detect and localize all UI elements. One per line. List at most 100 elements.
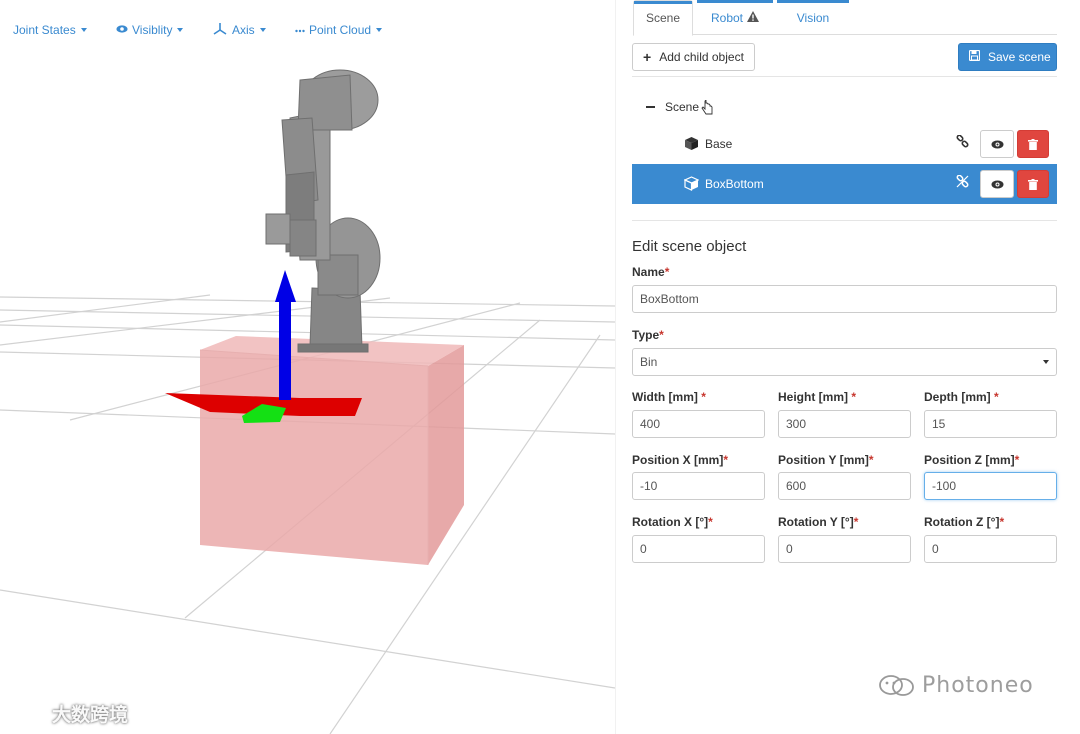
position-y-label: Position Y [mm]* — [778, 453, 874, 467]
position-z-label-text: Position Z [mm] — [924, 453, 1015, 467]
chevron-down-icon — [1043, 360, 1049, 364]
type-select[interactable]: Bin — [632, 348, 1057, 376]
delete-button[interactable] — [1017, 170, 1049, 198]
chevron-down-icon — [177, 28, 184, 32]
eye-icon — [991, 140, 1003, 148]
trash-icon — [1028, 178, 1038, 190]
rotation-z-input-value: 0 — [932, 542, 939, 556]
rotation-x-label-text: Rotation X [°] — [632, 515, 709, 529]
height-input[interactable]: 300 — [778, 410, 911, 438]
floppy-disk-icon — [968, 49, 981, 64]
link-icon[interactable] — [956, 134, 969, 151]
watermark-left: 大数跨境 — [8, 700, 128, 727]
name-input[interactable]: BoxBottom — [632, 285, 1057, 313]
position-z-input[interactable]: -100 — [924, 472, 1057, 500]
position-y-input-value: 600 — [786, 479, 807, 493]
width-input-value: 400 — [640, 417, 661, 431]
required-mark: * — [999, 515, 1005, 529]
tab-vision-label: Vision — [796, 10, 830, 25]
required-mark: * — [994, 390, 999, 404]
visibility-toggle-button[interactable] — [980, 130, 1014, 158]
joint-states-menu[interactable]: Joint States — [13, 23, 87, 37]
axis-label: Axis — [232, 23, 255, 37]
tab-scene-label: Scene — [645, 11, 681, 25]
type-label: Type* — [632, 328, 664, 342]
depth-label: Depth [mm] * — [924, 390, 999, 404]
position-z-label: Position Z [mm]* — [924, 453, 1019, 467]
type-label-text: Type — [632, 328, 660, 342]
name-label-text: Name — [632, 265, 665, 279]
depth-label-text: Depth [mm] — [924, 390, 994, 404]
rotation-z-label: Rotation Z [°]* — [924, 515, 1004, 529]
width-label-text: Width [mm] — [632, 390, 702, 404]
point-cloud-label: Point Cloud — [309, 23, 372, 37]
position-x-input-value: -10 — [640, 479, 658, 493]
chevron-down-icon — [259, 28, 266, 32]
delete-button[interactable] — [1017, 130, 1049, 158]
visibility-menu[interactable]: Visiblity — [116, 23, 184, 37]
tree-item-boxbottom[interactable]: BoxBottom — [632, 164, 1057, 204]
bin-box — [199, 336, 464, 565]
rotation-z-input[interactable]: 0 — [924, 535, 1057, 563]
required-mark: * — [701, 390, 706, 404]
wechat-logo-icon — [11, 704, 41, 724]
axis-menu[interactable]: Axis — [212, 22, 266, 39]
rotation-y-input[interactable]: 0 — [778, 535, 911, 563]
rotation-y-label-text: Rotation Y [°] — [778, 515, 854, 529]
point-cloud-menu[interactable]: Point Cloud — [295, 23, 383, 37]
tab-robot-label: Robot — [710, 10, 744, 25]
tab-scene[interactable]: Scene — [633, 0, 693, 36]
required-mark: * — [853, 515, 859, 529]
required-mark: * — [868, 453, 874, 467]
rotation-x-label: Rotation X [°]* — [632, 515, 713, 529]
chevron-down-icon — [376, 28, 383, 32]
save-scene-button[interactable]: Save scene — [958, 43, 1057, 71]
scene-canvas[interactable] — [0, 0, 615, 734]
required-mark: * — [723, 453, 729, 467]
tree-item-label: BoxBottom — [705, 177, 764, 191]
required-mark: * — [708, 515, 713, 529]
tab-bar: Scene Robot Vision — [633, 0, 1057, 36]
name-input-value: BoxBottom — [640, 292, 699, 306]
tree-item-label: Base — [705, 137, 733, 151]
width-label: Width [mm] * — [632, 390, 706, 404]
type-select-value: Bin — [640, 355, 658, 369]
rotation-x-input[interactable]: 0 — [632, 535, 765, 563]
position-y-input[interactable]: 600 — [778, 472, 911, 500]
cube-icon — [684, 136, 699, 156]
tree-item-base[interactable]: Base — [632, 124, 1057, 164]
position-z-input-value: -100 — [932, 479, 957, 493]
depth-input[interactable]: 15 — [924, 410, 1057, 438]
trash-icon — [1028, 138, 1038, 150]
depth-input-value: 15 — [932, 417, 946, 431]
hand-cursor-icon — [701, 98, 713, 119]
visibility-toggle-button[interactable] — [980, 170, 1014, 198]
tree-root-scene[interactable]: Scene — [646, 94, 713, 119]
tab-indicator — [697, 0, 773, 3]
watermark-right: Photoneo — [878, 672, 1034, 698]
eye-icon — [991, 180, 1003, 188]
position-x-input[interactable]: -10 — [632, 472, 765, 500]
required-mark: * — [851, 390, 857, 404]
position-x-label: Position X [mm]* — [632, 453, 728, 467]
collapse-icon[interactable] — [646, 105, 655, 108]
rotation-y-label: Rotation Y [°]* — [778, 515, 858, 529]
scene-panel: Scene Robot Vision + Add child object Sa… — [615, 0, 1080, 734]
height-label: Height [mm] * — [778, 390, 856, 404]
chevron-down-icon — [80, 28, 87, 32]
joint-states-label: Joint States — [13, 23, 76, 37]
tab-robot[interactable]: Robot — [697, 0, 773, 35]
watermark-right-text: Photoneo — [922, 672, 1034, 698]
divider — [632, 220, 1057, 221]
unlink-icon[interactable] — [956, 174, 969, 191]
width-input[interactable]: 400 — [632, 410, 765, 438]
add-child-object-button[interactable]: + Add child object — [632, 43, 755, 71]
position-x-label-text: Position X [mm] — [632, 453, 724, 467]
3d-viewport[interactable]: Joint States Visiblity Axis Point Cloud … — [0, 0, 615, 734]
save-scene-label: Save scene — [988, 50, 1051, 64]
eye-icon — [116, 24, 128, 36]
dots-icon — [295, 24, 305, 36]
required-mark: * — [1014, 453, 1020, 467]
tab-vision[interactable]: Vision — [777, 0, 849, 35]
wechat-logo-icon — [879, 675, 914, 696]
